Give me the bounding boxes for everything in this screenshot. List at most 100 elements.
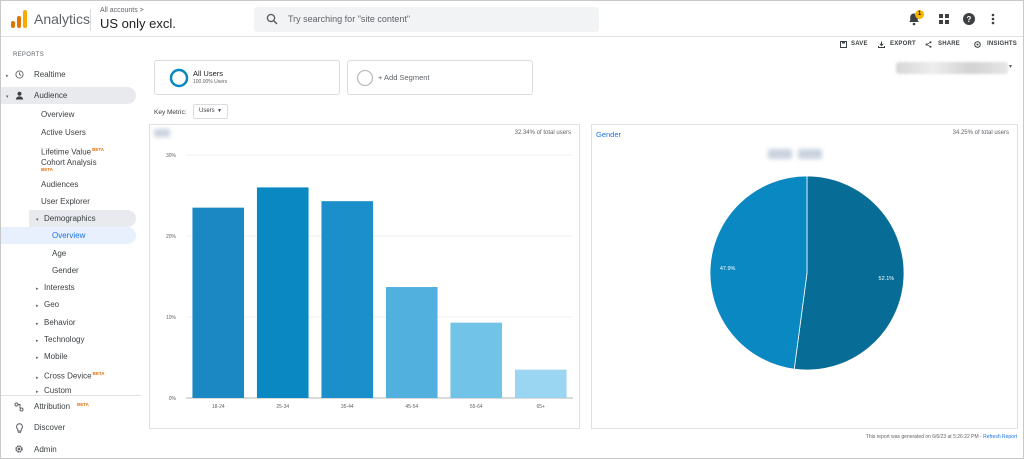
sidebar-item-discover[interactable]: Discover — [1, 419, 141, 436]
sidebar-item-admin[interactable]: Admin — [1, 441, 141, 458]
bar[interactable] — [256, 187, 309, 398]
sidebar-item-label: Behavior — [44, 318, 76, 327]
help-icon[interactable]: ? — [962, 12, 976, 26]
sidebar-item-label: Audiences — [41, 180, 79, 189]
account-breadcrumb[interactable]: All accounts > — [100, 7, 144, 14]
segment-percent: 100.00% Users — [193, 79, 228, 85]
date-range-selector[interactable] — [896, 62, 1008, 74]
y-tick-label: 20% — [166, 234, 177, 240]
sidebar-item-label: Realtime — [34, 70, 66, 79]
segment-all-users[interactable]: All Users 100.00% Users — [154, 60, 340, 95]
segment-name: All Users — [193, 69, 224, 78]
sidebar-item-label: User Explorer — [41, 197, 90, 206]
search-icon — [266, 13, 278, 25]
pie-slice[interactable] — [793, 175, 905, 371]
sidebar-item-demographics[interactable]: ▾ Demographics — [29, 210, 136, 227]
sidebar-item-label: Discover — [34, 423, 66, 432]
reports-section-label: REPORTS — [13, 52, 44, 58]
sidebar-item-label: Overview — [52, 231, 86, 240]
sidebar-item-audiences[interactable]: Audiences — [41, 176, 78, 193]
beta-badge: BETA — [92, 147, 105, 152]
cohort-beta-row: BETA — [41, 164, 53, 174]
pie-slice[interactable] — [709, 175, 808, 370]
sidebar-item-attribution[interactable]: Attribution BETA — [1, 398, 141, 415]
pie-slice-label: 52.1% — [879, 276, 895, 282]
app-frame: Analytics All accounts > US only excl. T… — [0, 0, 1024, 459]
person-icon — [15, 91, 24, 100]
bar[interactable] — [321, 201, 374, 398]
bar[interactable] — [450, 322, 503, 398]
insights-icon — [974, 41, 981, 48]
sidebar-item-demographics-overview[interactable]: Overview — [1, 227, 136, 244]
sidebar: REPORTS ▸ Realtime ▾ Audience Overview A… — [1, 38, 141, 458]
date-dropdown-arrow-icon[interactable]: ▾ — [1009, 63, 1012, 70]
top-bar: Analytics All accounts > US only excl. T… — [1, 1, 1023, 37]
pie-slice-label: 47.9% — [720, 266, 736, 272]
insights-button[interactable]: INSIGHTS — [987, 41, 1017, 47]
property-selector[interactable]: US only excl. — [100, 16, 176, 31]
sidebar-item-label: Interests — [44, 283, 75, 292]
sidebar-item-label: Overview — [41, 110, 75, 119]
key-metric-label: Key Metric: — [154, 109, 187, 116]
generated-timestamp: This report was generated on 6/6/23 at 5… — [865, 434, 984, 440]
clock-icon — [15, 70, 24, 79]
analytics-logo-icon[interactable] — [11, 10, 27, 28]
sidebar-item-active-users[interactable]: Active Users — [41, 124, 86, 141]
sidebar-item-label: Attribution — [34, 402, 71, 411]
sidebar-item-age[interactable]: Age — [52, 245, 66, 262]
x-tick-label: 65+ — [537, 404, 546, 410]
gender-chart-panel: Gender 34.25% of total users 52.1% 47.9% — [591, 124, 1018, 429]
header-divider — [90, 9, 91, 31]
y-tick-label: 0% — [169, 396, 177, 402]
share-button[interactable]: SHARE — [938, 41, 960, 47]
add-segment-label: + Add Segment — [378, 73, 430, 82]
report-toolbar: SAVE EXPORT SHARE INSIGHTS — [143, 38, 1023, 54]
sidebar-item-geo[interactable]: ▸ Geo — [36, 296, 59, 313]
sidebar-item-mobile[interactable]: ▸ Mobile — [36, 348, 68, 365]
sidebar-item-behavior[interactable]: ▸ Behavior — [36, 314, 76, 331]
collapse-arrow-icon: ▾ — [6, 94, 9, 100]
sidebar-item-user-explorer[interactable]: User Explorer — [41, 193, 90, 210]
x-tick-label: 18-24 — [212, 404, 225, 410]
lightbulb-icon — [16, 423, 23, 433]
beta-badge: BETA — [41, 167, 53, 172]
bar[interactable] — [385, 287, 438, 398]
key-metric-select[interactable]: Users ▼ — [193, 104, 228, 119]
sidebar-item-label: Admin — [34, 445, 57, 454]
sidebar-footer: Attribution BETA Discover Admin — [1, 395, 141, 458]
empty-segment-ring-icon — [356, 69, 374, 87]
save-icon — [840, 41, 847, 48]
sidebar-item-technology[interactable]: ▸ Technology — [36, 331, 84, 348]
sidebar-item-label: Technology — [44, 335, 85, 344]
beta-badge: BETA — [92, 371, 105, 376]
age-bar-chart: 0% 10% 20% 30% 18-24 25-34 35-44 45-54 55-64 65+ — [166, 153, 573, 410]
sidebar-item-overview[interactable]: Overview — [41, 106, 74, 123]
attribution-icon — [14, 402, 24, 412]
svg-text:?: ? — [967, 15, 972, 24]
bar[interactable] — [514, 369, 567, 398]
sidebar-item-label: Cross Device — [44, 371, 92, 381]
sidebar-item-gender[interactable]: Gender — [52, 262, 79, 279]
report-main: SAVE EXPORT SHARE INSIGHTS All Users 100… — [143, 38, 1023, 458]
share-icon — [925, 41, 932, 48]
sidebar-item-label: Active Users — [41, 128, 86, 137]
sidebar-item-label: Geo — [44, 300, 60, 309]
sidebar-item-label: Demographics — [44, 214, 96, 223]
sidebar-item-label: Audience — [34, 91, 68, 100]
add-segment-button[interactable]: + Add Segment — [347, 60, 533, 95]
save-button[interactable]: SAVE — [851, 41, 868, 47]
search-box[interactable]: Try searching for "site content" — [254, 7, 599, 32]
sidebar-item-cross-device[interactable]: ▸ Cross DeviceBETA — [36, 365, 105, 382]
x-tick-label: 45-54 — [405, 404, 418, 410]
more-vert-icon[interactable] — [986, 12, 1000, 26]
sidebar-item-interests[interactable]: ▸ Interests — [36, 279, 75, 296]
search-input[interactable]: Try searching for "site content" — [288, 14, 410, 24]
export-button[interactable]: EXPORT — [890, 41, 916, 47]
sidebar-item-realtime[interactable]: ▸ Realtime — [1, 66, 136, 83]
refresh-report-link[interactable]: Refresh Report — [983, 434, 1017, 440]
x-tick-label: 25-34 — [276, 404, 289, 410]
apps-grid-icon[interactable] — [937, 12, 951, 26]
gear-icon — [15, 445, 23, 453]
bar[interactable] — [192, 207, 245, 398]
sidebar-item-audience[interactable]: ▾ Audience — [1, 87, 136, 104]
